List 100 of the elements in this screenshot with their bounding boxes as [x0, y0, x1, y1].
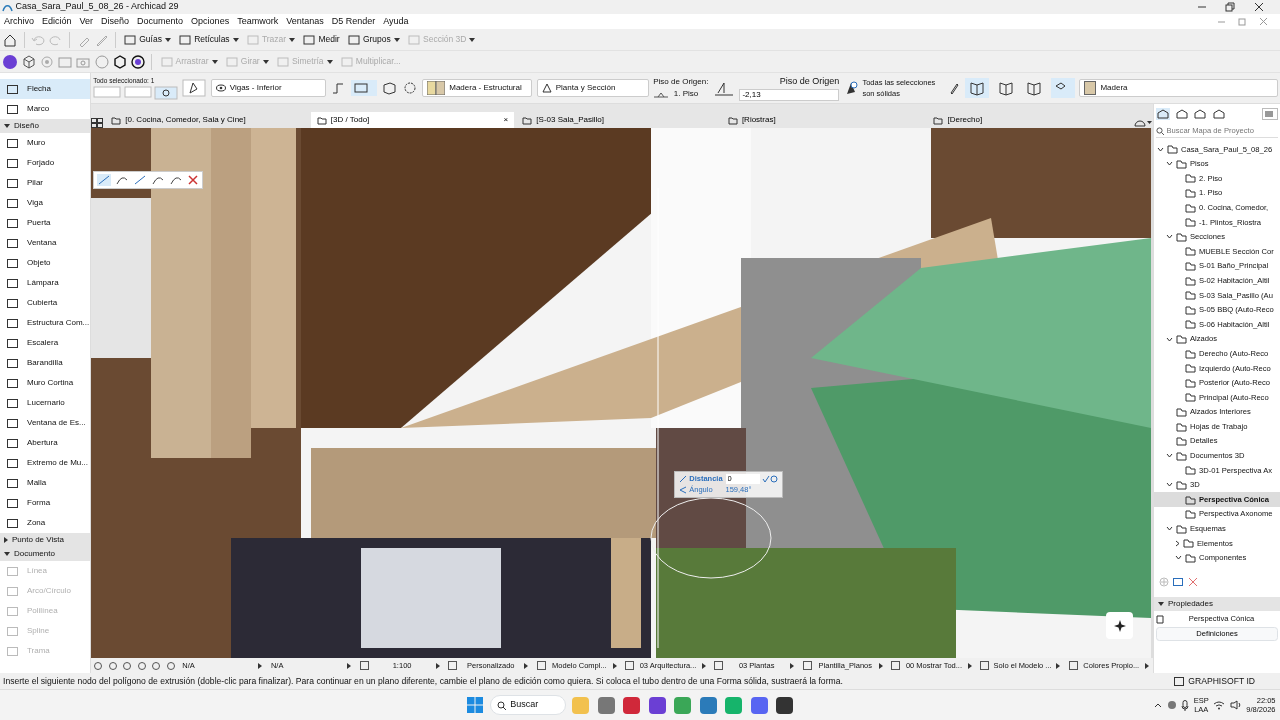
- restore-icon[interactable]: [1225, 2, 1235, 12]
- toolbar-button[interactable]: Guías: [121, 32, 174, 47]
- app-icon[interactable]: [597, 696, 615, 714]
- book-icon[interactable]: [965, 78, 990, 98]
- close-tab-button[interactable]: ×: [503, 114, 509, 126]
- section-header[interactable]: Punto de Vista: [0, 533, 90, 547]
- menu-item[interactable]: Ventanas: [282, 14, 328, 29]
- story-value[interactable]: 1. Piso: [673, 88, 699, 100]
- view-map-icon[interactable]: [1174, 108, 1189, 120]
- tool-item[interactable]: Extremo de Mu...: [0, 453, 90, 473]
- layer-field[interactable]: Vigas - Inferior: [210, 79, 326, 97]
- tool-item[interactable]: Cubierta: [0, 293, 90, 313]
- settings-icon[interactable]: [1173, 577, 1183, 587]
- cube-icon[interactable]: [111, 53, 128, 70]
- tool-item[interactable]: Zona: [0, 513, 90, 533]
- orbit-icon[interactable]: [136, 660, 147, 671]
- zoom-icon[interactable]: [165, 660, 176, 671]
- tool-item[interactable]: Ventana: [0, 233, 90, 253]
- display-field[interactable]: Planta y Sección: [536, 79, 649, 97]
- layers-icon[interactable]: [1050, 78, 1075, 98]
- offset-field[interactable]: -2,13: [739, 88, 840, 101]
- layout-book-icon[interactable]: [1193, 108, 1208, 120]
- tool-item[interactable]: Puerta: [0, 213, 90, 233]
- menu-item[interactable]: Archivo: [0, 14, 38, 29]
- tool-item[interactable]: Objeto: [0, 253, 90, 273]
- arc-tool-icon[interactable]: [169, 174, 183, 186]
- tool-item[interactable]: Abertura: [0, 433, 90, 453]
- shape-icon[interactable]: [182, 79, 207, 97]
- view-icon: [1176, 450, 1187, 461]
- app-icon[interactable]: [699, 696, 717, 714]
- redo-view-icon[interactable]: [107, 660, 118, 671]
- menu-item[interactable]: D5 Render: [327, 14, 380, 29]
- delete-icon[interactable]: [1187, 577, 1198, 587]
- menu-item[interactable]: Ver: [75, 14, 98, 29]
- menu-item[interactable]: Teamwork: [233, 14, 283, 29]
- tool-item[interactable]: Malla: [0, 473, 90, 493]
- tool-item[interactable]: Viga: [0, 193, 90, 213]
- tool-item[interactable]: Marco: [0, 99, 90, 119]
- section-header[interactable]: Diseño: [0, 119, 90, 133]
- tool-item[interactable]: Pilar: [0, 173, 90, 193]
- chevron-down-icon: [1166, 482, 1173, 488]
- tool-item[interactable]: Estructura Com...: [0, 313, 90, 333]
- close-icon[interactable]: [1253, 2, 1264, 12]
- tool-item[interactable]: Escalera: [0, 333, 90, 353]
- app-tray-icon[interactable]: [1166, 700, 1177, 710]
- menu-item[interactable]: Edición: [38, 14, 76, 29]
- zoom-in-icon[interactable]: [122, 660, 133, 671]
- geometry-icon[interactable]: [153, 85, 178, 100]
- walk-icon[interactable]: [151, 660, 162, 671]
- rotate-icon[interactable]: [401, 80, 418, 96]
- material-field[interactable]: Madera - Estructural: [422, 79, 533, 97]
- view-tab[interactable]: [3D / Todo] ×: [310, 112, 515, 128]
- app-icon[interactable]: [623, 696, 640, 714]
- menu-icon[interactable]: [1261, 108, 1278, 120]
- gear-icon[interactable]: [776, 696, 793, 714]
- taskbar-search[interactable]: Buscar: [489, 695, 566, 715]
- undo-view-icon[interactable]: [93, 660, 104, 671]
- tool-item[interactable]: Lucernario: [0, 393, 90, 413]
- section-header[interactable]: Documento: [0, 547, 90, 561]
- tool-item[interactable]: Forma: [0, 493, 90, 513]
- chevron-up-icon[interactable]: [1154, 702, 1163, 708]
- section-header[interactable]: Propiedades: [1154, 597, 1280, 611]
- menu-item[interactable]: Diseño: [97, 14, 134, 29]
- grid-icon[interactable]: [91, 118, 103, 128]
- microphone-icon[interactable]: [1181, 699, 1190, 711]
- caret-icon: [612, 662, 617, 669]
- caret-icon: [211, 59, 218, 64]
- project-map-icon[interactable]: [1156, 108, 1171, 120]
- tool-item[interactable]: Barandilla: [0, 353, 90, 373]
- toolbar-button[interactable]: Grupos: [344, 32, 403, 47]
- chat-icon[interactable]: [750, 696, 768, 714]
- accept-icon[interactable]: [761, 474, 778, 483]
- surface-field[interactable]: Madera: [1079, 79, 1278, 97]
- arc-tool-icon[interactable]: [115, 174, 129, 186]
- browser-icon[interactable]: [674, 696, 691, 714]
- app-icon[interactable]: [725, 696, 742, 714]
- line-tool-icon[interactable]: [97, 174, 111, 186]
- menu-item[interactable]: Ayuda: [379, 14, 413, 29]
- menu-item[interactable]: Documento: [133, 14, 188, 29]
- tool-item[interactable]: Ventana de Es...: [0, 413, 90, 433]
- toolbar-button[interactable]: Retículas: [176, 32, 242, 47]
- tool-item[interactable]: Lámpara: [0, 273, 90, 293]
- publisher-icon[interactable]: [1211, 108, 1226, 120]
- graphisoft-id-link[interactable]: GRAPHISOFT ID: [1188, 674, 1255, 688]
- app-badge-icon[interactable]: [2, 53, 19, 70]
- line-tool-icon[interactable]: [133, 174, 147, 186]
- tool-item[interactable]: Muro Cortina: [0, 373, 90, 393]
- chevron-down-icon: [1166, 161, 1173, 167]
- cancel-icon[interactable]: [187, 174, 199, 186]
- arc-tool-icon[interactable]: [151, 174, 165, 186]
- app-icon[interactable]: [648, 696, 666, 714]
- box-icon[interactable]: [381, 80, 398, 96]
- wifi-icon[interactable]: [1213, 700, 1226, 710]
- tool-item[interactable]: Flecha: [0, 79, 90, 99]
- navigation-button[interactable]: [1106, 612, 1133, 639]
- tool-item[interactable]: Forjado: [0, 153, 90, 173]
- toolbar-button[interactable]: Medir: [300, 32, 343, 47]
- tool-item[interactable]: Muro: [0, 133, 90, 153]
- speaker-icon[interactable]: [1229, 700, 1242, 710]
- menu-item[interactable]: Opciones: [187, 14, 234, 29]
